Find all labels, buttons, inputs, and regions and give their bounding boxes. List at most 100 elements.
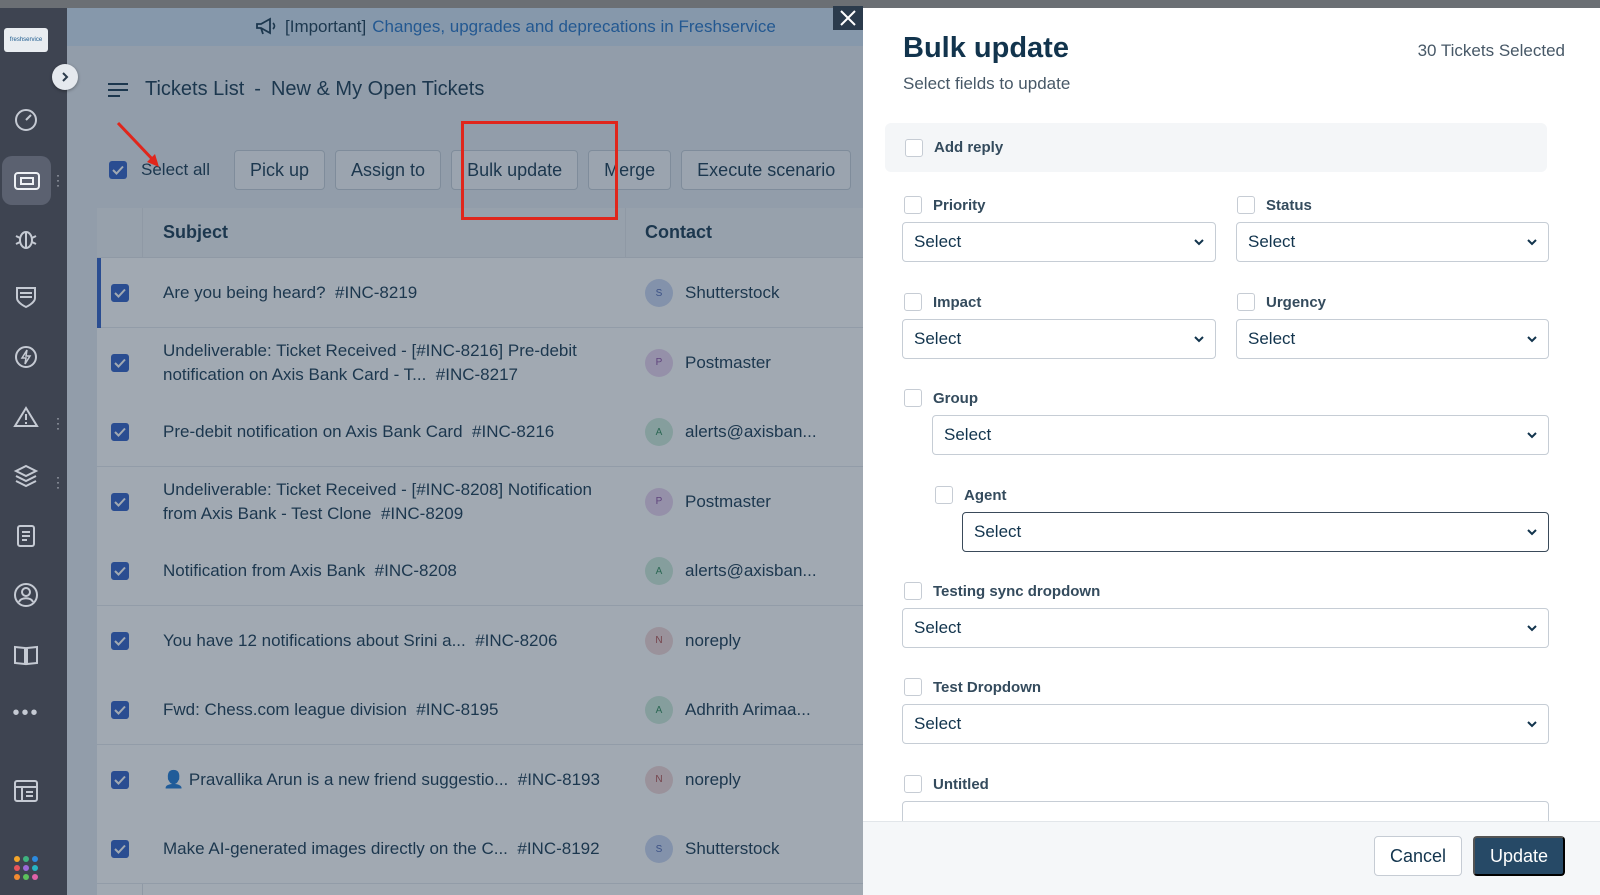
add-reply-checkbox[interactable] (905, 138, 923, 157)
table-row[interactable]: Are you being heard? #INC-8219 S Shutterst… (97, 258, 867, 328)
ticket-subject[interactable]: Undeliverable: Ticket Received - [#INC-8… (163, 467, 603, 537)
table-row[interactable]: 👤 Pravallika Arun is a new friend sugges… (97, 744, 867, 815)
ticket-subject-text: Fwd: Chess.com league division (163, 700, 407, 719)
testing-sync-select[interactable]: Select (902, 608, 1549, 648)
view-selector[interactable]: New & My Open Tickets (271, 78, 484, 101)
table-row[interactable]: Fwd: Chess.com league division #INC-8195… (97, 675, 867, 745)
row-checkbox[interactable] (111, 840, 129, 858)
status-select[interactable]: Select (1236, 222, 1549, 262)
close-panel-button[interactable] (833, 6, 863, 30)
update-button[interactable]: Update (1473, 836, 1565, 876)
table-row[interactable]: Pre-debit notification on Axis Bank Card… (97, 397, 867, 467)
impact-select[interactable]: Select (902, 319, 1216, 359)
solutions-book-icon[interactable] (8, 637, 44, 673)
ticket-contact[interactable]: S Shutterstock (645, 258, 780, 328)
assets-layers-icon[interactable] (8, 458, 44, 494)
row-checkbox[interactable] (111, 770, 129, 789)
contacts-user-icon[interactable] (8, 577, 44, 613)
table-row[interactable]: Notification from Axis Bank #INC-8208 Aal… (97, 536, 867, 606)
execute-scenario-button[interactable]: Execute scenario (681, 150, 852, 190)
test-dropdown-select[interactable]: Select (902, 704, 1549, 744)
reports-document-icon[interactable] (8, 518, 44, 554)
tickets-table: Subject Contact Are you being heard? #IN… (97, 208, 867, 895)
status-field-label: Status (1237, 196, 1312, 214)
assign-to-button[interactable]: Assign to (335, 150, 442, 190)
priority-checkbox[interactable] (904, 196, 922, 214)
row-checkbox[interactable] (111, 701, 129, 719)
freshservice-logo[interactable]: freshservice (4, 28, 48, 52)
table-row[interactable]: Undeliverable: Ticket Received - [#INC-8… (97, 466, 867, 537)
table-row[interactable]: Make AI-generated images directly on the… (97, 814, 867, 884)
apps-launcher-icon[interactable] (14, 856, 38, 880)
ticket-contact[interactable]: S Shutterstock (645, 814, 780, 884)
alerts-warning-icon[interactable] (8, 399, 44, 435)
row-checkbox[interactable] (111, 423, 129, 441)
untitled-select[interactable] (902, 801, 1549, 821)
ticket-contact[interactable]: P Postmaster (645, 467, 771, 537)
urgency-checkbox[interactable] (1237, 293, 1255, 311)
alerts-more-icon[interactable]: · · · (56, 412, 60, 434)
tickets-icon[interactable] (2, 156, 51, 205)
megaphone-icon (256, 17, 276, 35)
menu-icon[interactable] (107, 81, 129, 99)
check-icon (114, 497, 126, 507)
ticket-subject[interactable]: Make AI-generated images directly on the… (163, 814, 603, 884)
ticket-contact[interactable]: Nnoreply (645, 745, 741, 815)
releases-bolt-icon[interactable] (8, 339, 44, 375)
row-checkbox[interactable] (111, 562, 129, 580)
sidebar-expand-button[interactable] (52, 64, 78, 90)
assets-more-icon[interactable]: · · · (56, 471, 60, 493)
ticket-id: #INC-8216 (472, 422, 555, 441)
ticket-subject[interactable]: You have 12 notifications about Srini a.… (163, 606, 603, 676)
table-row[interactable]: Undeliverable: Ticket Received - [#INC-8… (97, 327, 867, 398)
test-dropdown-checkbox[interactable] (904, 678, 922, 696)
ticket-subject[interactable]: Are you being heard? #INC-8219 (163, 258, 603, 328)
contact-name: Postmaster (685, 352, 771, 372)
table-row[interactable]: You have 12 notifications about Srini a.… (97, 605, 867, 676)
cancel-button[interactable]: Cancel (1374, 836, 1462, 876)
ticket-subject-text: Notification from Axis Bank (163, 561, 366, 580)
ticket-subject[interactable]: Fwd: Chess.com league division #INC-8195 (163, 675, 603, 745)
ticket-contact[interactable]: Aalerts@axisban... (645, 536, 817, 606)
ticket-contact[interactable]: Aalerts@axisban... (645, 397, 817, 467)
banner-link[interactable]: Changes, upgrades and deprecations in Fr… (372, 17, 776, 37)
row-checkbox[interactable] (111, 353, 129, 372)
ticket-subject[interactable]: Pre-debit notification on Axis Bank Card… (163, 397, 603, 467)
testing-sync-checkbox[interactable] (904, 582, 922, 600)
page-title-text: Tickets List (145, 78, 245, 100)
row-checkbox[interactable] (111, 284, 129, 302)
untitled-checkbox[interactable] (904, 775, 922, 793)
pick-up-button[interactable]: Pick up (233, 150, 326, 190)
impact-checkbox[interactable] (904, 293, 922, 311)
admin-grid-icon[interactable] (8, 773, 44, 809)
window-top-edge (0, 0, 1600, 8)
status-checkbox[interactable] (1237, 196, 1255, 214)
row-checkbox[interactable] (111, 492, 129, 511)
ticket-subject[interactable]: Undeliverable: Ticket Received - [#INC-8… (163, 328, 603, 398)
group-checkbox[interactable] (904, 389, 922, 407)
avatar: A (645, 696, 673, 724)
ticket-subject-text: Make AI-generated images directly on the… (163, 839, 508, 858)
dashboard-icon[interactable] (8, 102, 44, 138)
add-reply-section: Add reply (885, 123, 1547, 172)
more-dots-icon[interactable]: ••• (8, 695, 44, 731)
test-dropdown-field-label: Test Dropdown (904, 678, 1041, 696)
ticket-contact[interactable]: A Adhrith Arimaa... (645, 675, 811, 745)
group-select[interactable]: Select (932, 415, 1549, 455)
priority-select[interactable]: Select (902, 222, 1216, 262)
ticket-contact[interactable]: Nnoreply (645, 606, 741, 676)
agent-select[interactable]: Select (962, 512, 1549, 552)
agent-checkbox[interactable] (935, 486, 953, 504)
column-subject[interactable]: Subject (163, 222, 228, 243)
urgency-select[interactable]: Select (1236, 319, 1549, 359)
tickets-more-icon[interactable]: · · · (56, 169, 60, 191)
announcement-banner[interactable]: [Important] Changes, upgrades and deprec… (67, 8, 867, 46)
ticket-id: #INC-8217 (435, 364, 518, 384)
changes-shield-icon[interactable] (8, 279, 44, 315)
ticket-subject[interactable]: Notification from Axis Bank #INC-8208 (163, 536, 603, 606)
row-checkbox[interactable] (111, 631, 129, 650)
ticket-subject[interactable]: 👤 Pravallika Arun is a new friend sugges… (163, 745, 603, 815)
problems-bug-icon[interactable] (8, 221, 44, 257)
ticket-contact[interactable]: P Postmaster (645, 328, 771, 398)
column-contact[interactable]: Contact (645, 222, 712, 243)
